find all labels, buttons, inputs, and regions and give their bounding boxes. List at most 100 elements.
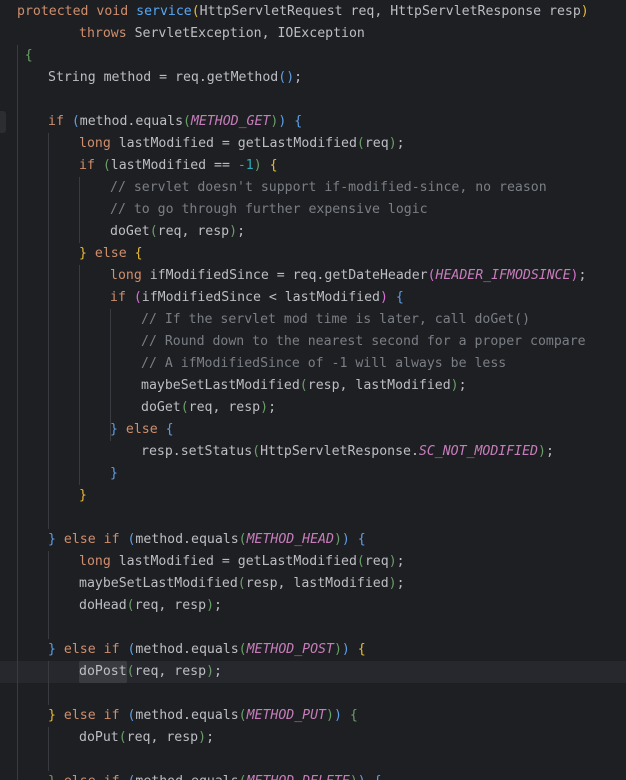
code-line[interactable]: maybeSetLastModified(resp, lastModified)… — [79, 573, 405, 595]
code-line[interactable]: // If the servlet mod time is later, cal… — [141, 309, 530, 331]
code-line[interactable]: resp.setStatus(HttpServletResponse. SC_NO… — [141, 441, 554, 463]
code-line[interactable]: protected void service(HttpServletReques… — [17, 1, 589, 23]
code-token: method.equals — [135, 532, 239, 547]
code-token: doHead — [79, 598, 127, 613]
code-token: ( — [71, 114, 80, 129]
code-token: ( — [118, 730, 127, 745]
code-token: ; — [578, 268, 587, 283]
code-token: req, resp — [134, 664, 207, 679]
code-line[interactable]: doGet(req, resp); — [141, 397, 276, 419]
code-line[interactable]: throws ServletException, IOException — [79, 23, 365, 45]
indent-guide — [48, 661, 49, 705]
code-line[interactable]: doGet(req, resp); — [110, 221, 245, 243]
code-token: maybeSetLastModified — [79, 576, 238, 591]
code-token: ( — [427, 268, 436, 283]
code-line[interactable]: if (lastModified == -1) { — [79, 155, 278, 177]
code-line[interactable]: doPost(req, resp); — [79, 661, 222, 683]
code-token: // servlet doesn't support if-modified-s… — [110, 180, 547, 195]
code-token: doGet — [141, 400, 181, 415]
code-line[interactable]: long ifModifiedSince = req.getDateHeader… — [110, 265, 586, 287]
code-line[interactable]: } else { — [110, 419, 174, 441]
code-token: else — [63, 532, 96, 547]
code-token: req — [364, 554, 389, 569]
code-line[interactable]: // A ifModifiedSince of -1 will always b… — [141, 353, 506, 375]
code-token: ) — [388, 576, 397, 591]
code-line[interactable]: } else { — [79, 243, 143, 265]
code-token: long — [79, 136, 111, 151]
code-token: long — [110, 268, 142, 283]
code-token: // Round down to the nearest second for … — [141, 334, 586, 349]
code-token: resp.setStatus — [141, 444, 253, 459]
code-token: ( — [238, 642, 247, 657]
code-line[interactable]: doPut(req, resp); — [79, 727, 214, 749]
code-token: { — [269, 158, 278, 173]
code-token: ( — [238, 532, 247, 547]
code-token: ; — [206, 730, 215, 745]
code-line[interactable]: // Round down to the nearest second for … — [141, 331, 586, 353]
code-line[interactable]: doHead(req, resp); — [79, 595, 222, 617]
gutter-fold-marker[interactable] — [0, 111, 6, 133]
code-token: ) — [229, 224, 238, 239]
code-line[interactable]: } else if (method.equals(METHOD_POST)) { — [48, 639, 366, 661]
code-token: ( — [356, 136, 365, 151]
code-token: METHOD_HEAD — [246, 532, 334, 547]
indent-guide — [48, 727, 49, 771]
code-line[interactable]: if (ifModifiedSince < lastModified) { — [110, 287, 404, 309]
code-line[interactable]: long lastModified = getLastModified(req)… — [79, 551, 405, 573]
code-line[interactable]: } else if (method.equals(METHOD_DELETE))… — [48, 771, 382, 780]
code-token: resp, lastModified — [245, 576, 389, 591]
code-token: // If the servlet mod time is later, cal… — [141, 312, 531, 327]
code-token: ) — [253, 158, 262, 173]
code-line[interactable]: maybeSetLastModified(resp, lastModified)… — [141, 375, 467, 397]
code-token: } — [48, 708, 56, 723]
code-line[interactable]: } — [79, 485, 87, 507]
code-editor[interactable]: protected void service(HttpServletReques… — [0, 0, 626, 780]
code-token: else — [94, 246, 127, 261]
code-token: req — [364, 136, 389, 151]
code-token: ( — [356, 554, 365, 569]
code-token: ) — [350, 771, 358, 780]
indent-guide — [17, 45, 18, 780]
code-line[interactable]: long lastModified = getLastModified(req)… — [79, 133, 405, 155]
code-token: ( — [237, 576, 246, 591]
code-line[interactable]: String method = req.getMethod(); — [48, 67, 302, 89]
code-token: ) — [278, 114, 287, 129]
code-token: method.equals — [79, 114, 184, 129]
code-token: ) — [580, 4, 589, 19]
code-token: lastModified == — [110, 158, 238, 173]
code-token: req, resp — [126, 730, 199, 745]
code-line[interactable]: } — [110, 463, 118, 485]
code-token: // to go through further expensive logic — [110, 202, 428, 217]
code-token: method.equals — [135, 708, 239, 723]
code-token: METHOD_POST — [246, 642, 334, 657]
code-token: ServletException, IOException — [126, 26, 365, 41]
indent-guide — [79, 177, 80, 243]
code-token: { — [349, 708, 358, 723]
code-token: maybeSetLastModified — [141, 378, 300, 393]
code-token: throws — [79, 26, 127, 41]
code-token: METHOD_GET — [190, 114, 271, 129]
code-token: ( — [127, 708, 136, 723]
code-line[interactable]: // to go through further expensive logic — [110, 199, 428, 221]
code-line[interactable]: { — [25, 45, 33, 67]
code-line[interactable]: } else if (method.equals(METHOD_HEAD)) { — [48, 529, 366, 551]
code-token: ; — [268, 400, 277, 415]
code-line[interactable]: if (method.equals(METHOD_GET)) { — [48, 111, 302, 133]
code-line[interactable]: // servlet doesn't support if-modified-s… — [110, 177, 547, 199]
code-line[interactable]: } else if (method.equals(METHOD_PUT)) { — [48, 705, 358, 727]
code-token: req, resp — [134, 598, 207, 613]
code-token: String method = req.getMethod — [48, 70, 279, 85]
